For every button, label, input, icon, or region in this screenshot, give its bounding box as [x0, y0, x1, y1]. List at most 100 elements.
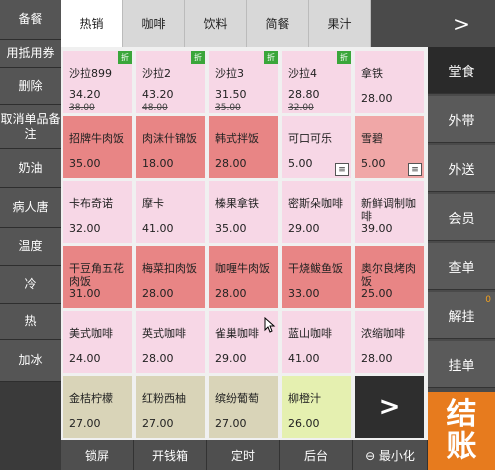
item-price: 29.00: [288, 222, 320, 235]
bottom-button-2[interactable]: 定时: [207, 440, 280, 470]
item-price: 28.00: [142, 287, 174, 300]
tab-0[interactable]: 热销: [61, 0, 123, 47]
order-mode-button-4[interactable]: 查单: [428, 243, 495, 290]
menu-item[interactable]: 金桔柠檬 27.00: [63, 376, 132, 438]
menu-item[interactable]: 红粉西柚 27.00: [136, 376, 205, 438]
item-name: 雪碧: [361, 132, 383, 145]
order-mode-button-5[interactable]: 解挂 0: [428, 292, 495, 339]
tab-3[interactable]: 简餐: [247, 0, 309, 47]
menu-item[interactable]: 缤纷葡萄 27.00: [209, 376, 278, 438]
menu-item[interactable]: 英式咖啡 28.00: [136, 311, 205, 373]
item-name: 沙拉3: [215, 67, 244, 80]
item-price: 28.00: [361, 92, 393, 105]
menu-grid: 沙拉899 34.20 38.00 折沙拉2 43.20 48.00 折沙拉3 31.50 35…: [61, 47, 428, 440]
checkout-button[interactable]: 结账: [428, 392, 495, 470]
order-mode-button-6[interactable]: 挂单: [428, 341, 495, 388]
left-button-7[interactable]: 冷: [0, 266, 61, 304]
left-button-4[interactable]: 奶油: [0, 149, 61, 188]
discount-badge-icon: 折: [337, 51, 351, 64]
item-name: 肉沫什锦饭: [142, 132, 197, 145]
item-name: 可口可乐: [288, 132, 332, 145]
menu-item[interactable]: 密斯朵咖啡 29.00: [282, 181, 351, 243]
menu-item[interactable]: 柳橙汁 26.00: [282, 376, 351, 438]
menu-item[interactable]: 浓缩咖啡 28.00: [355, 311, 424, 373]
pos-window: 备餐 用抵用券 删除 取消单品备注 奶油 病人唐 温度冷热加冰 热销 咖啡 饮料 简餐 果汁 > 沙…: [0, 0, 495, 470]
discount-badge-icon: 折: [191, 51, 205, 64]
left-button-2[interactable]: 删除: [0, 68, 61, 105]
order-mode-label: 解挂: [448, 309, 475, 325]
menu-item[interactable]: 沙拉4 28.80 32.00 折: [282, 51, 351, 113]
item-price: 34.20: [69, 88, 101, 101]
bottom-button-0[interactable]: 锁屏: [61, 440, 134, 470]
item-price: 35.00: [69, 157, 101, 170]
item-price: 39.00: [361, 222, 393, 235]
mouse-cursor-icon: [264, 317, 276, 333]
item-price: 28.00: [215, 157, 247, 170]
menu-item[interactable]: 卡布奇诺 32.00: [63, 181, 132, 243]
item-name: 新鲜调制咖啡: [361, 197, 416, 223]
item-price: 27.00: [215, 417, 247, 430]
left-button-6[interactable]: 温度: [0, 228, 61, 266]
menu-item[interactable]: 新鲜调制咖啡 39.00: [355, 181, 424, 243]
order-mode-button-3[interactable]: 会员: [428, 194, 495, 241]
tab-2[interactable]: 饮料: [185, 0, 247, 47]
item-price: 5.00: [288, 157, 313, 170]
item-menu-icon[interactable]: ≡: [408, 163, 422, 176]
item-name: 干豆角五花肉饭: [69, 262, 124, 288]
left-button-0[interactable]: 备餐: [0, 0, 61, 40]
grid-next-page-button[interactable]: >: [355, 376, 424, 438]
checkout-label: 结账: [446, 397, 477, 464]
order-mode-label: 会员: [448, 211, 475, 227]
item-name: 蓝山咖啡: [288, 327, 332, 340]
left-button-9[interactable]: 加冰: [0, 340, 61, 382]
left-button-3[interactable]: 取消单品备注: [0, 105, 61, 149]
order-mode-label: 挂单: [448, 358, 475, 374]
order-mode-button-0[interactable]: 堂食: [428, 47, 495, 94]
item-name: 英式咖啡: [142, 327, 186, 340]
order-mode-label: 查单: [448, 260, 475, 276]
menu-item[interactable]: 沙拉899 34.20 38.00 折: [63, 51, 132, 113]
bottom-button-4[interactable]: ⊖ 最小化: [353, 440, 428, 470]
menu-item[interactable]: 沙拉3 31.50 35.00 折: [209, 51, 278, 113]
menu-item[interactable]: 拿铁 28.00: [355, 51, 424, 113]
menu-item[interactable]: 肉沫什锦饭 18.00: [136, 116, 205, 178]
item-price: 32.00: [69, 222, 101, 235]
menu-item[interactable]: 招牌牛肉饭 35.00: [63, 116, 132, 178]
item-price: 28.00: [361, 352, 393, 365]
menu-item[interactable]: 沙拉2 43.20 48.00 折: [136, 51, 205, 113]
left-button-5[interactable]: 病人唐: [0, 188, 61, 228]
menu-item[interactable]: 蓝山咖啡 41.00: [282, 311, 351, 373]
item-original-price: 48.00: [142, 103, 168, 113]
tab-4[interactable]: 果汁: [309, 0, 371, 47]
menu-item[interactable]: 奥尔良烤肉饭 25.00: [355, 246, 424, 308]
bottom-button-1[interactable]: 开钱箱: [134, 440, 207, 470]
menu-item[interactable]: 雪碧 5.00 ≡: [355, 116, 424, 178]
tab-next-button[interactable]: >: [428, 0, 495, 47]
order-mode-label: 外带: [448, 113, 475, 129]
discount-badge-icon: 折: [264, 51, 278, 64]
menu-item[interactable]: 摩卡 41.00: [136, 181, 205, 243]
item-price: 24.00: [69, 352, 101, 365]
order-mode-button-1[interactable]: 外带: [428, 96, 495, 143]
menu-item[interactable]: 干烧鲅鱼饭 33.00: [282, 246, 351, 308]
order-mode-label: 外送: [448, 162, 475, 178]
menu-item[interactable]: 榛果拿铁 35.00: [209, 181, 278, 243]
item-price: 27.00: [69, 417, 101, 430]
menu-item[interactable]: 干豆角五花肉饭 31.00: [63, 246, 132, 308]
menu-item[interactable]: 梅菜扣肉饭 28.00: [136, 246, 205, 308]
tab-1[interactable]: 咖啡: [123, 0, 185, 47]
menu-item[interactable]: 咖喱牛肉饭 28.00: [209, 246, 278, 308]
item-name: 韩式拌饭: [215, 132, 259, 145]
menu-item[interactable]: 美式咖啡 24.00: [63, 311, 132, 373]
item-name: 美式咖啡: [69, 327, 113, 340]
left-button-8[interactable]: 热: [0, 304, 61, 340]
menu-item[interactable]: 韩式拌饭 28.00: [209, 116, 278, 178]
item-price: 33.00: [288, 287, 320, 300]
bottom-button-3[interactable]: 后台: [280, 440, 353, 470]
menu-item[interactable]: 可口可乐 5.00 ≡: [282, 116, 351, 178]
order-mode-button-2[interactable]: 外送: [428, 145, 495, 192]
item-name: 密斯朵咖啡: [288, 197, 343, 210]
item-menu-icon[interactable]: ≡: [335, 163, 349, 176]
item-price: 5.00: [361, 157, 386, 170]
left-button-1[interactable]: 用抵用券: [0, 40, 61, 68]
